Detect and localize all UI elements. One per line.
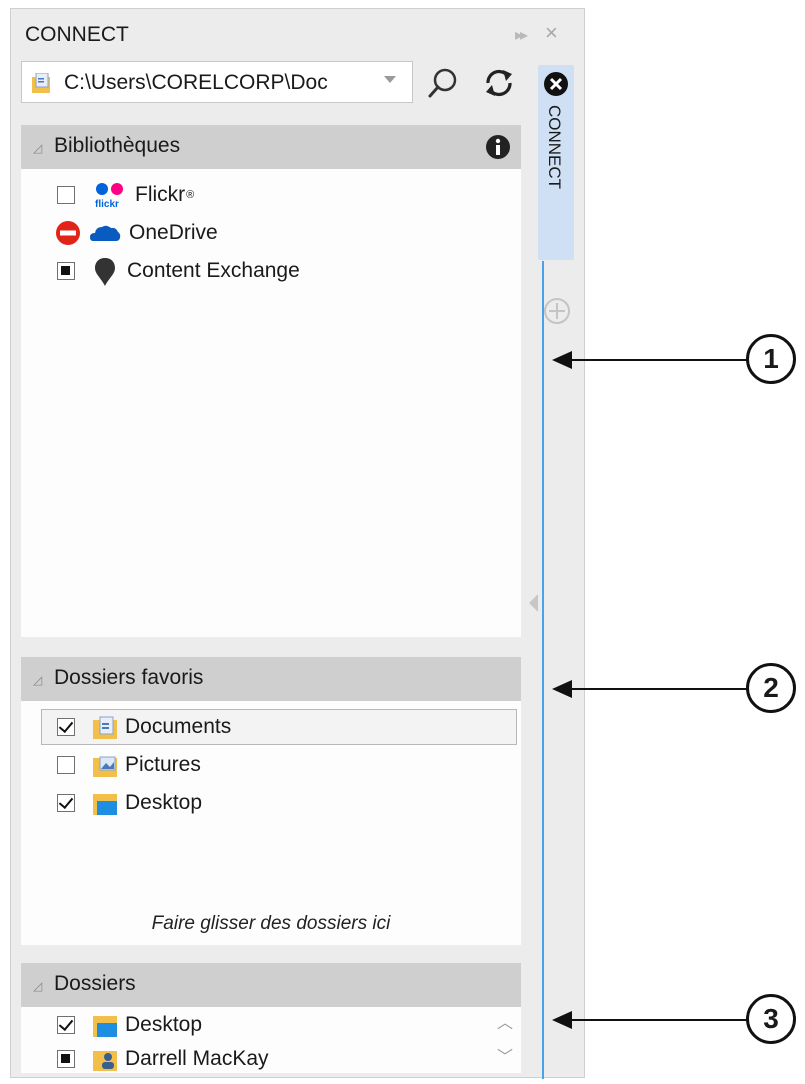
tab-connect[interactable]: CONNECT	[538, 65, 574, 260]
list-item-label: Desktop	[125, 1013, 203, 1036]
pin-icon	[95, 258, 115, 286]
list-item[interactable]: Desktop	[57, 1007, 202, 1043]
list-item[interactable]: OneDrive	[55, 215, 218, 251]
list-item-label: Documents	[125, 715, 232, 738]
libraries-list: flickr Flickr ® OneDrive Content Exchang…	[21, 169, 521, 637]
collapse-panel-icon[interactable]	[529, 594, 538, 612]
checkbox[interactable]	[57, 262, 75, 280]
list-item-label: Desktop	[125, 791, 203, 814]
list-item-label: OneDrive	[129, 221, 218, 244]
blocked-icon	[56, 221, 80, 245]
favorites-header[interactable]: ◿ Dossiers favoris	[21, 657, 521, 701]
desktop-folder-icon	[93, 794, 117, 815]
list-item[interactable]: Content Exchange	[57, 253, 300, 289]
path-text: C:\Users\CORELCORP\Doc	[64, 71, 328, 94]
list-item-label: Flickr	[135, 183, 186, 206]
list-item[interactable]: Documents	[57, 709, 231, 745]
docker-title: CONNECT	[25, 23, 129, 46]
info-icon[interactable]	[485, 134, 511, 160]
folders-header-label: Dossiers	[54, 972, 136, 995]
registered-mark: ®	[186, 189, 195, 201]
checkbox[interactable]	[57, 1016, 75, 1034]
document-folder-icon	[32, 73, 50, 93]
list-item-label: Darrell MacKay	[125, 1047, 269, 1070]
collapse-triangle-icon[interactable]: ◿	[33, 673, 42, 687]
favorites-header-label: Dossiers favoris	[54, 666, 204, 689]
checkbox[interactable]	[57, 186, 75, 204]
collapse-triangle-icon[interactable]: ◿	[33, 141, 42, 155]
checkbox[interactable]	[57, 1050, 75, 1068]
pictures-folder-icon	[93, 756, 117, 777]
svg-text:flickr: flickr	[95, 199, 119, 209]
tab-indicator-line	[542, 261, 544, 1079]
checkbox[interactable]	[57, 756, 75, 774]
search-icon[interactable]	[425, 65, 461, 101]
folders-scrollbar[interactable]: ︿ ﹀	[485, 1007, 521, 1073]
user-folder-icon	[93, 1051, 117, 1071]
scroll-down-icon[interactable]: ﹀	[497, 1043, 513, 1067]
collapse-docker-icon[interactable]: ▸▸	[515, 25, 528, 45]
desktop-folder-icon	[93, 1016, 117, 1037]
connect-logo-icon	[544, 72, 568, 96]
favorites-list: Documents Pictures Desktop Faire glisser…	[21, 701, 521, 945]
libraries-header[interactable]: ◿ Bibliothèques	[21, 125, 521, 169]
close-icon[interactable]: ×	[545, 20, 558, 46]
callout-number: 1	[746, 334, 796, 384]
callout-number: 2	[746, 663, 796, 713]
list-item[interactable]: Darrell MacKay	[57, 1041, 269, 1077]
folders-list: Desktop Darrell MacKay	[21, 1007, 485, 1073]
flickr-icon: flickr	[95, 183, 123, 209]
connect-docker: CONNECT ▸▸ × C:\Users\CORELCORP\Doc ◿ Bi…	[10, 8, 585, 1079]
libraries-header-label: Bibliothèques	[54, 134, 181, 157]
list-item-label: Pictures	[125, 753, 201, 776]
refresh-icon[interactable]	[481, 65, 517, 101]
onedrive-icon	[90, 225, 121, 241]
callout-number: 3	[746, 994, 796, 1044]
chevron-down-icon[interactable]	[384, 76, 396, 83]
docker-content: C:\Users\CORELCORP\Doc ◿ Bibliothèques f…	[21, 61, 523, 1073]
list-item-label: Content Exchange	[127, 259, 300, 282]
documents-folder-icon	[93, 716, 117, 739]
collapse-triangle-icon[interactable]: ◿	[33, 979, 42, 993]
folders-header[interactable]: ◿ Dossiers	[21, 963, 521, 1007]
list-item[interactable]: Desktop	[57, 785, 202, 821]
drop-hint: Faire glisser des dossiers ici	[151, 913, 391, 934]
add-tab-icon[interactable]	[543, 297, 571, 325]
list-item[interactable]: flickr Flickr ®	[57, 177, 194, 213]
scroll-up-icon[interactable]: ︿	[497, 1009, 513, 1033]
checkbox[interactable]	[57, 794, 75, 812]
checkbox[interactable]	[57, 718, 75, 736]
docker-titlebar: CONNECT ▸▸ ×	[11, 9, 584, 55]
list-item[interactable]: Pictures	[57, 747, 201, 783]
path-dropdown[interactable]: C:\Users\CORELCORP\Doc	[21, 61, 413, 103]
tab-connect-label: CONNECT	[545, 105, 564, 190]
